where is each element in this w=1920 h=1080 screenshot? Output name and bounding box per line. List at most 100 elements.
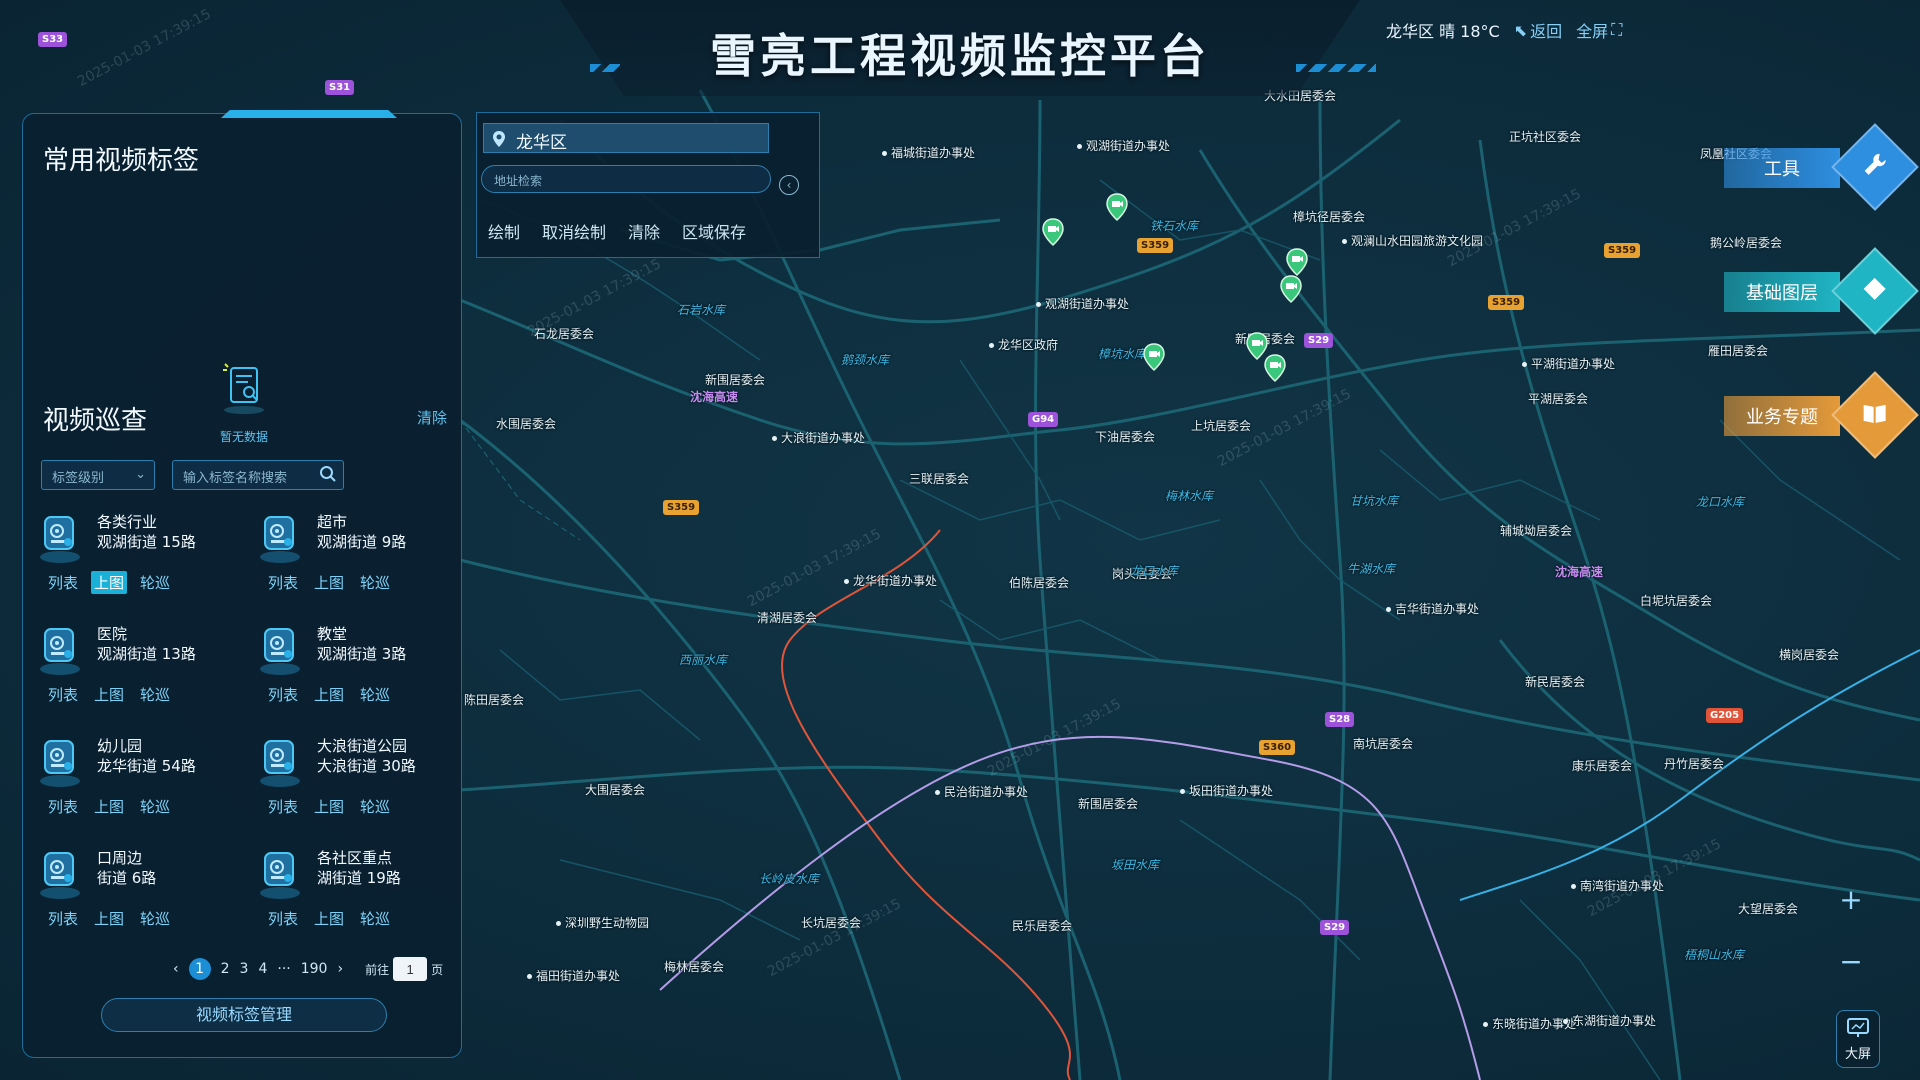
camera-marker-icon[interactable] <box>1042 218 1064 247</box>
zoom-in-button[interactable]: + <box>1836 886 1866 916</box>
clear-button[interactable]: 清除 <box>417 407 447 428</box>
map-place-label: 清湖居委会 <box>757 611 818 625</box>
tag-list-button[interactable]: 列表 <box>45 795 81 818</box>
tag-patrol-button[interactable]: 轮巡 <box>357 907 393 930</box>
tag-manage-button[interactable]: 视频标签管理 <box>101 998 387 1032</box>
big-screen-button[interactable]: 大屏 <box>1836 1010 1880 1068</box>
page-3[interactable]: 3 <box>240 961 249 977</box>
back-button[interactable]: ⬉ 返回 <box>1514 18 1562 42</box>
empty-state: 暂无数据 <box>199 358 289 445</box>
tag-map-button[interactable]: 上图 <box>311 795 347 818</box>
road-shield: S359 <box>1137 238 1174 253</box>
map-place-label: 龙华区政府 <box>989 336 1058 353</box>
fullscreen-button[interactable]: 全屏 ⛶ <box>1576 18 1622 42</box>
cancel-draw-button[interactable]: 取消绘制 <box>531 219 617 243</box>
camera-marker-icon[interactable] <box>1286 248 1308 277</box>
search-icon[interactable] <box>319 465 337 487</box>
clear-draw-button[interactable]: 清除 <box>617 219 671 243</box>
tag-card: 大浪街道公园 大浪街道 30路 列表 上图 轮巡 <box>257 735 467 816</box>
map-place-label: 牛湖水库 <box>1347 562 1396 576</box>
draw-toolbar: 绘制 取消绘制 清除 区域保存 <box>477 219 757 243</box>
district-value: 龙华区 <box>516 133 567 153</box>
map-place-label: 正坑社区委会 <box>1509 130 1582 144</box>
tag-map-button[interactable]: 上图 <box>311 683 347 706</box>
page-ellipsis[interactable]: ··· <box>277 961 290 977</box>
camera-marker-icon[interactable] <box>1280 275 1302 304</box>
tag-list-button[interactable]: 列表 <box>265 571 301 594</box>
topics-bar: 业务专题 <box>1724 396 1840 436</box>
map-place-label: 丹竹居委会 <box>1664 757 1725 771</box>
header: 雪亮工程视频监控平台 龙华区 晴 18°C ⬉ 返回 全屏 ⛶ <box>0 0 1920 96</box>
tag-search-input[interactable]: 输入标签名称搜索 <box>172 460 344 490</box>
tag-patrol-button[interactable]: 轮巡 <box>357 571 393 594</box>
tag-list-button[interactable]: 列表 <box>45 683 81 706</box>
tag-card: 医院 观湖街道 13路 列表 上图 轮巡 <box>37 623 257 704</box>
map-place-label: 梅林水库 <box>1165 489 1214 503</box>
tag-list-button[interactable]: 列表 <box>265 795 301 818</box>
page-190[interactable]: 190 <box>301 961 328 977</box>
tag-list-button[interactable]: 列表 <box>45 907 81 930</box>
tag-patrol-button[interactable]: 轮巡 <box>357 683 393 706</box>
page-jump-input[interactable] <box>393 957 428 981</box>
prev-page-button[interactable]: ‹ <box>173 961 179 977</box>
map-place-label: 深圳野生动物园 <box>556 914 649 931</box>
business-topics-button[interactable]: 业务专题 <box>1724 371 1919 459</box>
road-shield: S359 <box>1488 295 1525 310</box>
tag-list-button[interactable]: 列表 <box>45 571 81 594</box>
collapse-icon[interactable]: ‹ <box>779 175 799 195</box>
tag-actions: 列表 上图 轮巡 <box>45 907 173 930</box>
zoom-out-button[interactable]: − <box>1836 948 1866 978</box>
tag-list-button[interactable]: 列表 <box>265 683 301 706</box>
base-layers-button[interactable]: 基础图层 <box>1724 247 1919 335</box>
map-place-label: 伯陈居委会 <box>1009 576 1070 590</box>
tag-patrol-button[interactable]: 轮巡 <box>137 571 173 594</box>
tag-level-select[interactable]: 标签级别 ⌄ <box>41 460 155 490</box>
tag-patrol-button[interactable]: 轮巡 <box>137 907 173 930</box>
tag-map-button[interactable]: 上图 <box>91 795 127 818</box>
save-area-button[interactable]: 区域保存 <box>671 219 757 243</box>
camera-marker-icon[interactable] <box>1106 193 1128 222</box>
goto-label: 前往 <box>365 962 390 977</box>
tag-patrol-button[interactable]: 轮巡 <box>137 795 173 818</box>
camera-tag-icon <box>37 847 83 899</box>
district-field[interactable]: 龙华区 <box>483 123 769 153</box>
address-search-input[interactable]: 地址检索 <box>481 165 771 193</box>
page-4[interactable]: 4 <box>258 961 267 977</box>
camera-tag-icon <box>37 623 83 675</box>
tag-card: 教堂 观湖街道 3路 列表 上图 轮巡 <box>257 623 467 704</box>
tag-patrol-button[interactable]: 轮巡 <box>137 683 173 706</box>
tag-map-button[interactable]: 上图 <box>91 683 127 706</box>
page-2[interactable]: 2 <box>221 961 230 977</box>
map-place-label: 大浪街道办事处 <box>772 429 865 446</box>
tag-list-button[interactable]: 列表 <box>265 907 301 930</box>
tag-map-button[interactable]: 上图 <box>311 571 347 594</box>
map-place-label: 康乐居委会 <box>1572 759 1633 773</box>
tag-card: 各社区重点 湖街道 19路 列表 上图 轮巡 <box>257 847 467 928</box>
tag-card: 幼儿园 龙华街道 54路 列表 上图 轮巡 <box>37 735 257 816</box>
camera-tag-icon <box>257 735 303 787</box>
camera-marker-icon[interactable] <box>1143 343 1165 372</box>
map-place-label: 雁田居委会 <box>1708 344 1769 358</box>
camera-marker-icon[interactable] <box>1264 354 1286 383</box>
tag-map-button[interactable]: 上图 <box>311 907 347 930</box>
search-panel: 龙华区 地址检索 ‹ 绘制 取消绘制 清除 区域保存 <box>476 112 820 258</box>
tag-actions: 列表 上图 轮巡 <box>265 795 393 818</box>
draw-button[interactable]: 绘制 <box>477 219 531 243</box>
tag-patrol-button[interactable]: 轮巡 <box>357 795 393 818</box>
map-place-label: 沈海高速 <box>690 390 739 404</box>
map-place-label: 沈海高速 <box>1555 565 1604 579</box>
map-place-label: 民治街道办事处 <box>935 783 1028 800</box>
camera-marker-icon[interactable] <box>1246 332 1268 361</box>
page-1[interactable]: 1 <box>188 958 211 980</box>
map-place-label: 吉华街道办事处 <box>1386 600 1479 617</box>
tools-button[interactable]: 工具 <box>1724 123 1919 211</box>
next-page-button[interactable]: › <box>337 961 343 977</box>
tag-card: 口周边 街道 6路 列表 上图 轮巡 <box>37 847 257 928</box>
monitor-icon <box>1847 1018 1869 1037</box>
tag-card: 超市 观湖街道 9路 列表 上图 轮巡 <box>257 511 467 592</box>
tag-map-button[interactable]: 上图 <box>91 907 127 930</box>
back-arrow-icon: ⬉ <box>1513 20 1528 40</box>
tag-map-button[interactable]: 上图 <box>91 571 128 594</box>
tag-actions: 列表 上图 轮巡 <box>45 795 173 818</box>
map-place-label: 龙华街道办事处 <box>844 572 937 589</box>
